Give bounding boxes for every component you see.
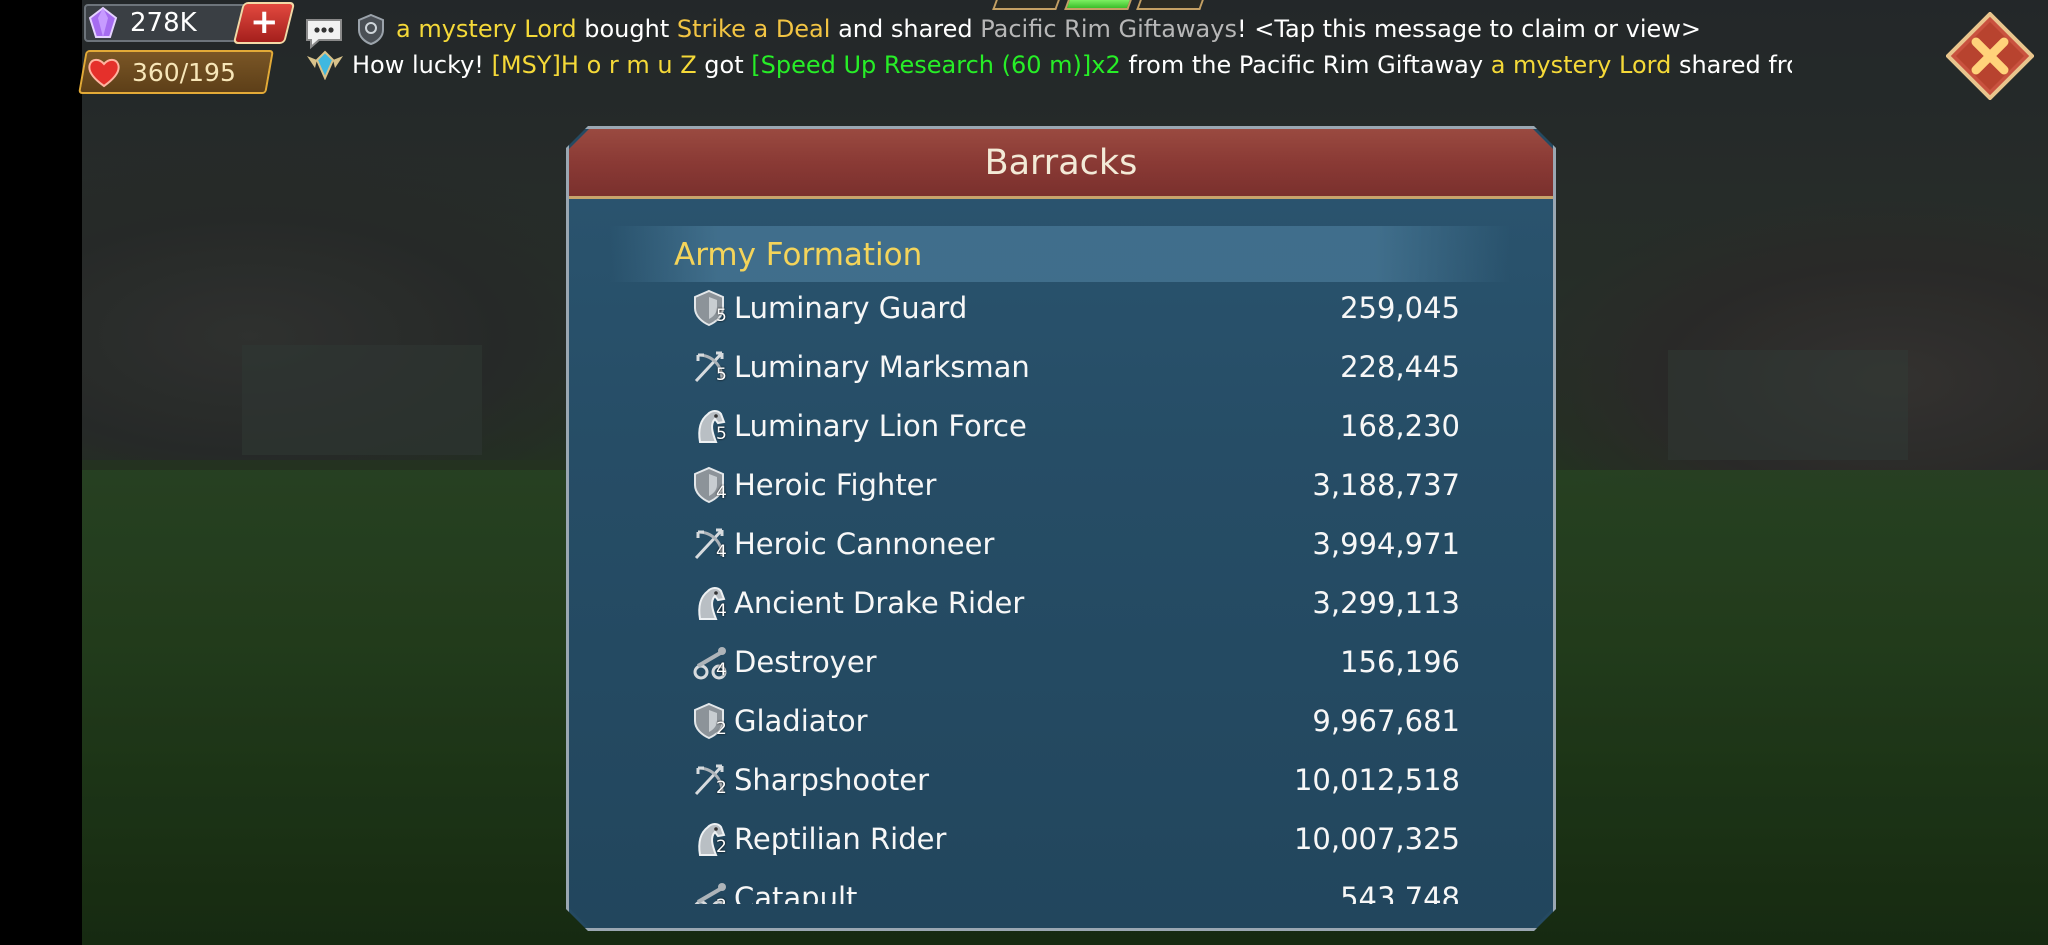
plus-icon: + [249,2,279,42]
troop-count: 9,967,681 [1312,704,1460,738]
troop-tier: 4 [716,601,727,621]
troop-tier: 2 [716,719,727,739]
winged-badge-icon [307,50,343,80]
troop-count: 10,007,325 [1293,822,1460,856]
section-title: Army Formation [674,237,923,273]
troop-count: 3,994,971 [1312,527,1460,561]
chat-bubble-icon[interactable] [303,16,345,50]
troop-row[interactable]: 5 Luminary Lion Force 168,230 [690,398,1470,457]
chat-segment: from the Pacific Rim Giftaway [1120,51,1491,79]
troop-count: 156,196 [1340,645,1460,679]
troop-name: Catapult [734,881,858,904]
add-gems-button[interactable]: + [232,2,296,44]
stamina-value: 360/195 [132,58,236,87]
chat-segment: bought [576,15,677,43]
troop-name: Luminary Lion Force [734,409,1027,443]
chat-segment: ! <Tap this message to claim or view> [1236,15,1702,43]
troop-tier: 2 [716,896,727,904]
troop-name: Sharpshooter [734,763,929,797]
gems-value: 278K [130,8,197,38]
page-indicator-1 [992,0,1060,10]
chat-message-2[interactable]: How lucky! [MSY]H o r m u Z got [Speed U… [352,48,1792,82]
chat-segment: How lucky! [352,51,492,79]
troop-row[interactable]: 2 Catapult 543,748 [690,870,1470,904]
troop-tier: 5 [716,365,727,385]
chat-segment: got [696,51,752,79]
chat-segment: a mystery Lord [396,15,577,43]
troop-name: Ancient Drake Rider [734,586,1025,620]
troop-row[interactable]: 5 Luminary Marksman 228,445 [690,339,1470,398]
troop-name: Heroic Cannoneer [734,527,995,561]
troop-count: 543,748 [1340,881,1460,904]
guild-shield-icon [358,13,384,45]
troop-tier: 4 [716,660,727,680]
troop-tier: 2 [716,837,727,857]
troop-name: Luminary Guard [734,291,968,325]
troop-name: Heroic Fighter [734,468,937,502]
troop-count: 3,188,737 [1312,468,1460,502]
chat-segment: shared fro··· [1678,51,1792,79]
troop-tier: 2 [716,778,727,798]
troop-row[interactable]: 2 Sharpshooter 10,012,518 [690,752,1470,811]
chat-segment: [Speed Up Research (60 m)]x2 [751,51,1121,79]
troop-name: Luminary Marksman [734,350,1030,384]
troop-count: 259,045 [1340,291,1460,325]
troop-row[interactable]: 5 Luminary Guard 259,045 [690,280,1470,339]
troop-row[interactable]: 4 Ancient Drake Rider 3,299,113 [690,575,1470,634]
troop-count: 10,012,518 [1293,763,1460,797]
chat-message-1[interactable]: a mystery Lord bought Strike a Deal and … [396,12,1701,46]
troop-tier: 5 [716,424,727,444]
left-black-bar [0,0,82,945]
troop-name: Reptilian Rider [734,822,947,856]
gem-icon [88,6,118,38]
page-indicator-2 [1064,0,1132,10]
chat-segment: a mystery Lord [1490,51,1672,79]
troop-row[interactable]: 4 Heroic Fighter 3,188,737 [690,457,1470,516]
chat-segment: Strike a Deal [676,15,831,43]
troop-name: Destroyer [734,645,877,679]
chat-segment: [MSY]H o r m u Z [491,51,697,79]
chat-segment: and shared [830,15,981,43]
troop-row[interactable]: 2 Reptilian Rider 10,007,325 [690,811,1470,870]
troop-row[interactable]: 4 Destroyer 156,196 [690,634,1470,693]
troop-count: 3,299,113 [1312,586,1460,620]
troop-tier: 5 [716,306,727,326]
troop-row[interactable]: 2 Gladiator 9,967,681 [690,693,1470,752]
troop-tier: 4 [716,542,727,562]
troop-count: 228,445 [1340,350,1460,384]
close-button[interactable] [1946,12,2034,100]
troop-row[interactable]: 4 Heroic Cannoneer 3,994,971 [690,516,1470,575]
troop-count: 168,230 [1340,409,1460,443]
troop-name: Gladiator [734,704,868,738]
panel-title: Barracks [984,143,1138,183]
chat-segment: Pacific Rim Giftaways [980,15,1237,43]
troop-list[interactable]: 5 Luminary Guard 259,045 5 Luminary Marksman… [690,280,1470,904]
heart-icon [88,58,120,88]
troop-tier: 4 [716,483,727,503]
page-indicator-3 [1136,0,1204,10]
